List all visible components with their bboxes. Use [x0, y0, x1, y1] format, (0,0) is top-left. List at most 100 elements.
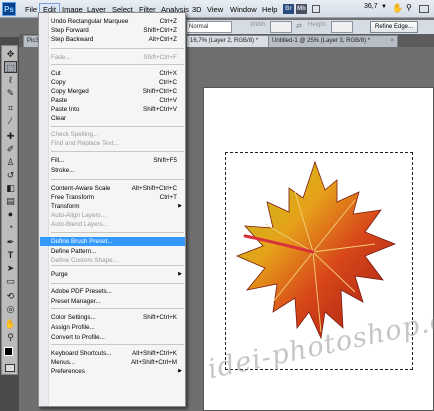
hand-tool-icon[interactable]: ✋	[4, 318, 17, 330]
menu-item-step-forward[interactable]: Step Forward Shift+Ctrl+Z	[40, 26, 185, 35]
menu-item-label: Convert to Profile...	[51, 334, 105, 341]
menu-item-cut[interactable]: Cut Ctrl+X	[40, 69, 185, 78]
menu-item-paste-into[interactable]: Paste Into Shift+Ctrl+V	[40, 105, 185, 114]
menu-item-menus[interactable]: Menus... Alt+Shift+Ctrl+M	[40, 358, 185, 367]
view-extras-icon[interactable]	[312, 5, 320, 13]
menu-item-label: Auto-Blend Layers...	[51, 221, 109, 228]
menu-item-undo-rectangular-marquee[interactable]: Undo Rectangular Marquee Ctrl+Z	[40, 17, 185, 26]
dodge-tool-icon[interactable]: ◔	[4, 221, 17, 233]
menu-item-label: Define Custom Shape...	[51, 257, 118, 264]
brush-tool-icon[interactable]: ✐	[4, 143, 17, 155]
menu-item-label: Step Backward	[51, 36, 94, 43]
menu-item-label: Stroke...	[51, 167, 75, 174]
menu-item-define-pattern[interactable]: Define Pattern...	[40, 247, 185, 256]
menu-item-clear[interactable]: Clear	[40, 114, 185, 123]
tab-label: 16,7% (Layer 2, RGB/8) *	[190, 38, 259, 44]
menu-item-shortcut: Ctrl+T	[159, 194, 177, 201]
menu-item-shortcut: Shift+Ctrl+C	[142, 88, 177, 95]
3d-orbit-tool-icon[interactable]: ◎	[4, 303, 17, 315]
menu-item-free-transform[interactable]: Free Transform Ctrl+T	[40, 193, 185, 202]
menu-item-label: Undo Rectangular Marquee	[51, 18, 129, 25]
menu-item-paste[interactable]: Paste Ctrl+V	[40, 96, 185, 105]
menu-item-define-brush-preset[interactable]: Define Brush Preset...	[40, 237, 185, 246]
blur-tool-icon[interactable]: ●	[4, 208, 17, 220]
lasso-tool-icon[interactable]: ℓ	[4, 74, 17, 86]
menu-item-label: Adobe PDF Presets...	[51, 288, 112, 295]
menu-item-label: Content-Aware Scale	[51, 185, 111, 192]
eraser-tool-icon[interactable]: ◧	[4, 182, 17, 194]
close-icon[interactable]: ×	[390, 36, 394, 47]
menu-item-preset-manager[interactable]: Preset Manager...	[40, 297, 185, 306]
menu-item-shortcut: Shift+Ctrl+V	[143, 106, 177, 113]
menu-item-find-and-replace-text: Find and Replace Text...	[40, 139, 185, 148]
submenu-arrow-icon: ▶	[178, 368, 182, 374]
menu-item-fill[interactable]: Fill... Shift+F5	[40, 156, 185, 165]
tab-untitled[interactable]: Untitled-1 @ 25% (Layer 3, RGB/8) * ×	[268, 35, 398, 47]
menu-item-label: Assign Profile...	[51, 324, 95, 331]
menu-item-color-settings[interactable]: Color Settings... Shift+Ctrl+K	[40, 313, 185, 322]
marquee-tool-icon[interactable]: ⬚	[4, 61, 17, 73]
menu-item-preferences[interactable]: Preferences ▶	[40, 367, 185, 376]
menu-help[interactable]: Help	[259, 3, 280, 16]
menu-item-label: Find and Replace Text...	[51, 140, 119, 147]
zoom-icon[interactable]: ⚲	[406, 3, 412, 12]
menu-item-label: Transform	[51, 203, 80, 210]
options-bar: Normal Width: ⇄ Height: Refine Edge...	[186, 20, 434, 34]
mini-bridge-icon[interactable]: Mb	[296, 4, 307, 14]
menu-3d[interactable]: 3D	[189, 3, 205, 16]
menu-item-label: Fill...	[51, 157, 65, 164]
menu-item-label: Check Spelling...	[51, 131, 99, 138]
swap-icon[interactable]: ⇄	[296, 22, 302, 30]
menu-item-transform[interactable]: Transform ▶	[40, 202, 185, 211]
menu-item-label: Free Transform	[51, 194, 95, 201]
menu-item-shortcut: Ctrl+X	[159, 70, 177, 77]
menu-item-content-aware-scale[interactable]: Content-Aware Scale Alt+Shift+Ctrl+C	[40, 184, 185, 193]
menu-item-label: Auto-Align Layers...	[51, 212, 106, 219]
menu-item-step-backward[interactable]: Step Backward Alt+Ctrl+Z	[40, 35, 185, 44]
menu-item-adobe-pdf-presets[interactable]: Adobe PDF Presets...	[40, 287, 185, 296]
3d-rotate-tool-icon[interactable]: ⟲	[4, 290, 17, 302]
refine-edge-button[interactable]: Refine Edge...	[370, 21, 418, 33]
menu-item-shortcut: Shift+Ctrl+Z	[143, 27, 177, 34]
menu-separator	[51, 179, 184, 180]
menu-item-label: Fade...	[51, 54, 71, 61]
history-brush-tool-icon[interactable]: ↺	[4, 169, 17, 181]
zoom-tool-icon[interactable]: ⚲	[4, 331, 17, 343]
width-input[interactable]	[270, 21, 292, 33]
shape-tool-icon[interactable]: ▭	[4, 275, 17, 287]
healing-tool-icon[interactable]: ✚	[4, 130, 17, 142]
menu-item-assign-profile[interactable]: Assign Profile...	[40, 323, 185, 332]
menu-item-label: Copy	[51, 79, 66, 86]
menu-item-copy-merged[interactable]: Copy Merged Shift+Ctrl+C	[40, 87, 185, 96]
menu-item-copy[interactable]: Copy Ctrl+C	[40, 78, 185, 87]
bridge-icon[interactable]: Br	[283, 4, 294, 14]
clone-stamp-tool-icon[interactable]: ♙	[4, 156, 17, 168]
foreground-color-swatch[interactable]	[4, 347, 13, 356]
hand-icon[interactable]: ✋	[392, 3, 403, 14]
arrange-icon[interactable]	[419, 5, 429, 13]
move-tool-icon[interactable]: ✥	[4, 48, 17, 60]
style-select[interactable]: Normal	[186, 21, 232, 33]
menu-item-purge[interactable]: Purge ▶	[40, 270, 185, 279]
crop-tool-icon[interactable]: ⌗	[4, 102, 17, 114]
menu-item-shortcut: Alt+Ctrl+Z	[148, 36, 177, 43]
menu-item-stroke[interactable]: Stroke...	[40, 166, 185, 175]
eyedropper-tool-icon[interactable]: ⁄	[4, 115, 17, 127]
menu-item-keyboard-shortcuts[interactable]: Keyboard Shortcuts... Alt+Shift+Ctrl+K	[40, 349, 185, 358]
menu-view[interactable]: View	[204, 3, 226, 16]
gradient-tool-icon[interactable]: ▤	[4, 195, 17, 207]
quick-select-tool-icon[interactable]: ✎	[4, 87, 17, 99]
menu-separator	[51, 232, 184, 233]
quick-mask-icon[interactable]	[5, 364, 15, 372]
zoom-level[interactable]: 36,7	[364, 3, 378, 10]
menu-item-label: Define Pattern...	[51, 248, 97, 255]
menu-item-convert-to-profile[interactable]: Convert to Profile...	[40, 333, 185, 342]
chevron-down-icon: ▼	[381, 4, 387, 10]
path-select-tool-icon[interactable]: ➤	[4, 262, 17, 274]
menu-item-shortcut: Shift+Ctrl+K	[143, 314, 177, 321]
pen-tool-icon[interactable]: ✒	[4, 236, 17, 248]
type-tool-icon[interactable]: T	[4, 249, 17, 261]
menu-item-label: Copy Merged	[51, 88, 89, 95]
menu-window[interactable]: Window	[227, 3, 260, 16]
height-input[interactable]	[331, 21, 353, 33]
